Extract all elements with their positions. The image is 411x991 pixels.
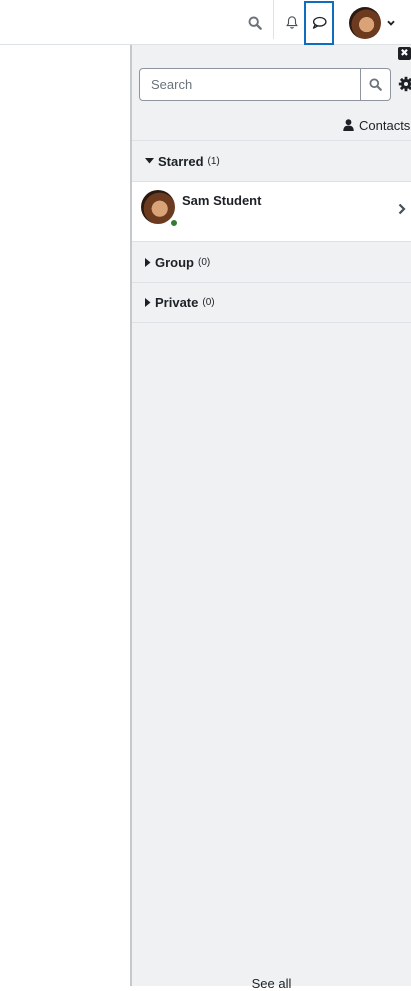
top-navbar — [0, 0, 411, 45]
user-menu-toggle[interactable] — [344, 0, 400, 45]
bell-icon — [286, 16, 298, 29]
user-avatar — [349, 6, 381, 39]
messages-button[interactable] — [304, 1, 334, 45]
conversation-item[interactable]: Sam Student — [132, 181, 411, 241]
search-icon — [369, 78, 382, 91]
chevron-right-icon — [398, 203, 406, 215]
page-content — [0, 46, 128, 986]
contacts-label: Contacts — [359, 117, 411, 133]
message-search-group — [139, 68, 391, 101]
contact-name: Sam Student — [182, 193, 262, 208]
section-starred-title: Starred — [158, 153, 204, 169]
contacts-link[interactable]: Contacts — [343, 117, 410, 133]
section-group-count: (0) — [198, 256, 211, 268]
messaging-drawer: ✖ Contacts — [130, 45, 411, 991]
see-all-link[interactable]: See all — [132, 976, 411, 991]
gear-icon[interactable] — [398, 76, 411, 92]
contact-avatar — [141, 190, 175, 224]
caret-down-icon — [145, 158, 154, 164]
chevron-down-icon — [387, 20, 395, 26]
search-icon — [248, 16, 262, 30]
online-status-indicator — [170, 219, 178, 227]
section-starred-toggle[interactable]: Starred (1) — [132, 140, 411, 181]
section-starred-count: (1) — [207, 155, 220, 167]
navbar-divider — [273, 0, 274, 39]
caret-right-icon — [145, 298, 151, 307]
chat-bubble-icon — [312, 16, 327, 29]
section-private-count: (0) — [202, 297, 215, 308]
section-private-toggle[interactable]: Private (0) — [132, 282, 411, 323]
message-search-input[interactable] — [139, 68, 361, 101]
section-group-toggle[interactable]: Group (0) — [132, 241, 411, 282]
section-group-title: Group — [155, 254, 194, 270]
caret-right-icon — [145, 257, 151, 267]
user-icon — [343, 119, 354, 131]
navbar-search-button[interactable] — [238, 0, 272, 45]
close-icon[interactable]: ✖ — [398, 47, 411, 60]
message-search-button[interactable] — [361, 68, 391, 101]
section-private-title: Private — [155, 295, 199, 310]
